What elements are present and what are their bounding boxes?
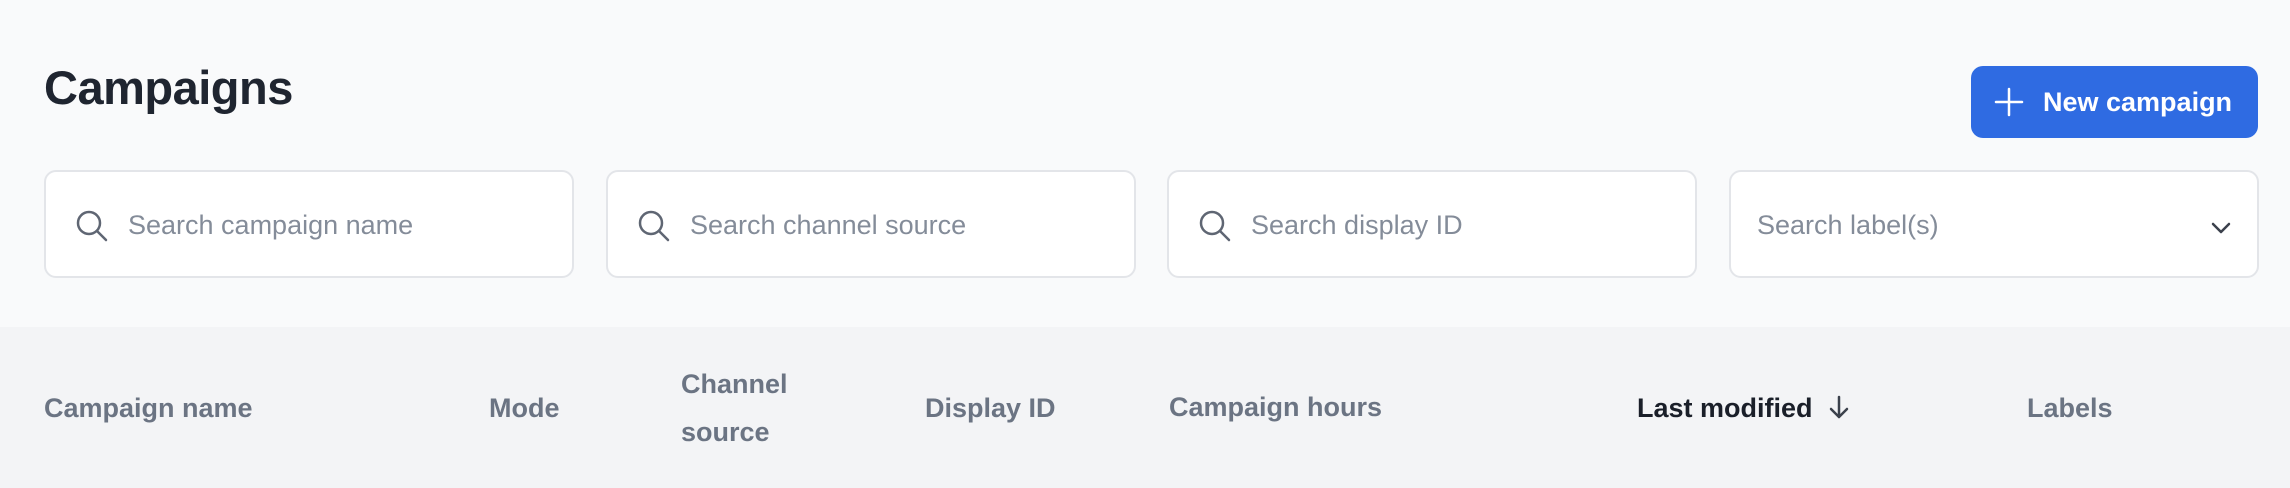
search-display-id-input[interactable]: Search display ID (1167, 170, 1697, 278)
search-display-id-placeholder: Search display ID (1251, 210, 1463, 240)
chevron-down-icon (2211, 222, 2231, 234)
column-header-campaign-hours[interactable]: Campaign hours (1169, 383, 1382, 431)
campaigns-page: Campaigns New campaign Search campaign n… (0, 0, 2290, 488)
search-campaign-name-input[interactable]: Search campaign name (44, 170, 574, 278)
search-channel-source-placeholder: Search channel source (690, 210, 967, 240)
search-campaign-name-placeholder: Search campaign name (128, 210, 414, 240)
last-modified-label: Last modified (1637, 393, 1813, 423)
table-header: Campaign name Mode Channel source Displa… (0, 327, 2290, 488)
page-title: Campaigns (44, 61, 293, 114)
search-labels-placeholder: Search label(s) (1757, 210, 1939, 240)
arrow-down-icon (1829, 395, 1848, 419)
search-icon (1199, 210, 1231, 242)
page-header: Campaigns New campaign Search campaign n… (0, 0, 2290, 327)
column-header-labels[interactable]: Labels (2027, 384, 2113, 432)
plus-icon (1994, 87, 2024, 117)
column-header-channel-source[interactable]: Channel source (681, 360, 801, 456)
search-labels-select[interactable]: Search label(s) (1729, 170, 2259, 278)
search-icon (638, 210, 670, 242)
column-header-campaign-name[interactable]: Campaign name (44, 384, 253, 432)
search-icon (76, 210, 108, 242)
column-header-last-modified[interactable]: Last modified (1637, 384, 1853, 432)
search-channel-source-input[interactable]: Search channel source (606, 170, 1136, 278)
new-campaign-label: New campaign (2043, 87, 2233, 117)
column-header-display-id[interactable]: Display ID (925, 384, 1056, 432)
new-campaign-button[interactable]: New campaign (1971, 66, 2258, 138)
column-header-mode[interactable]: Mode (489, 384, 560, 432)
